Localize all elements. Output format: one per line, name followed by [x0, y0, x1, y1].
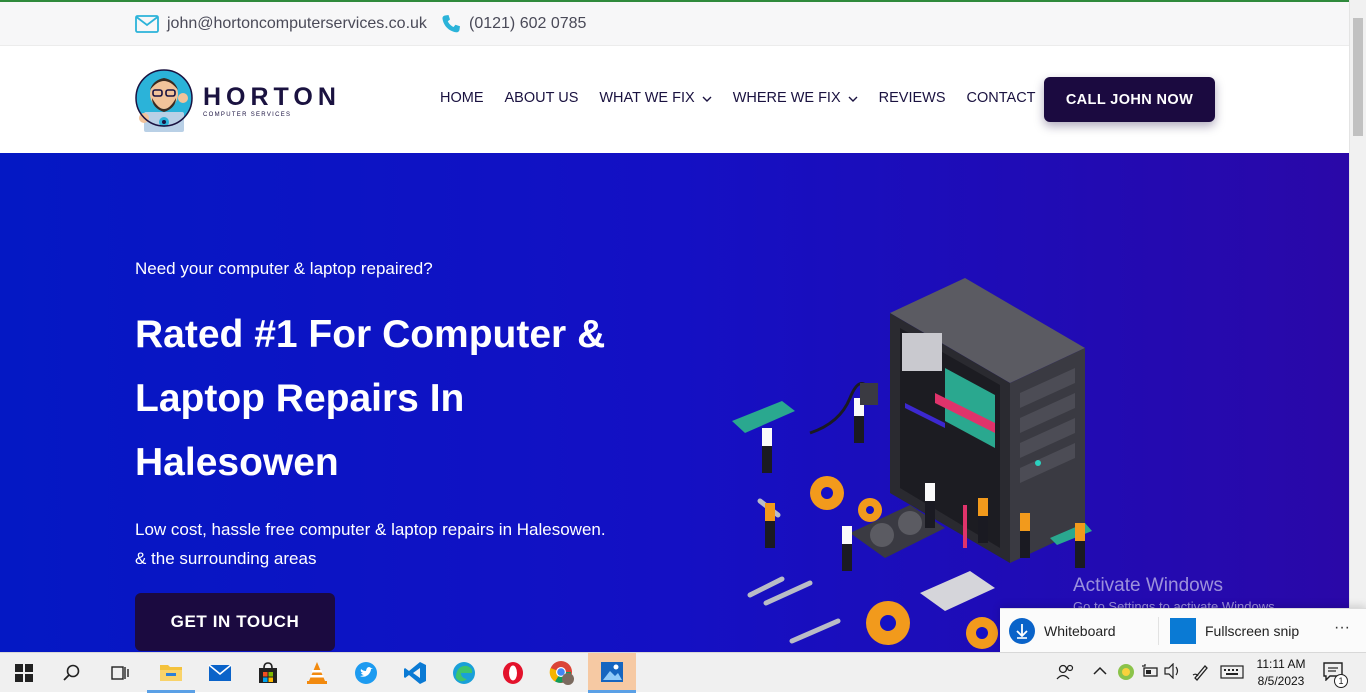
site-header: HORTON COMPUTER SERVICES HOME ABOUT US W… — [0, 46, 1349, 153]
hero-title-line: Halesowen — [135, 441, 339, 484]
more-options-button[interactable]: ··· — [1334, 619, 1350, 637]
phone-text: (0121) 602 0785 — [469, 15, 587, 32]
whiteboard-suggestion[interactable]: Whiteboard — [1008, 617, 1116, 645]
vlc-icon — [307, 662, 327, 684]
fullscreen-snip-icon — [1170, 618, 1196, 644]
vertical-scrollbar[interactable] — [1349, 0, 1366, 652]
email-link[interactable]: john@hortoncomputerservices.co.uk — [135, 2, 427, 46]
chevron-down-icon — [702, 96, 712, 102]
hero-subtitle: Need your computer & laptop repaired? — [135, 259, 433, 278]
clock-time: 11:11 AM — [1256, 657, 1306, 671]
nav-what-we-fix-label: WHAT WE FIX — [599, 90, 695, 106]
people-icon[interactable] — [1056, 663, 1074, 681]
store-icon — [259, 662, 277, 683]
computer-repair-illustration — [732, 278, 1092, 649]
system-clock[interactable]: 11:11 AM 8/5/2023 — [1250, 656, 1312, 690]
hero-description-line: & the surrounding areas — [135, 549, 317, 568]
hero-title-line: Laptop Repairs In — [135, 377, 465, 420]
twitter-button[interactable] — [342, 653, 390, 693]
download-circle-icon — [1009, 618, 1035, 644]
hero-description: Low cost, hassle free computer & laptop … — [135, 515, 695, 573]
file-explorer-button[interactable] — [147, 653, 195, 693]
logo-name: HORTON — [203, 82, 341, 111]
fullscreen-snip-label: Fullscreen snip — [1205, 623, 1300, 639]
nav-where-we-fix[interactable]: WHERE WE FIX — [733, 90, 858, 106]
action-center-button[interactable]: 1 — [1322, 661, 1350, 688]
hero-description-line: Low cost, hassle free computer & laptop … — [135, 520, 606, 539]
task-view-button[interactable] — [96, 653, 144, 693]
chevron-down-icon — [848, 96, 858, 102]
envelope-icon — [135, 15, 159, 33]
chevron-up-icon[interactable] — [1093, 666, 1107, 676]
search-icon — [63, 664, 80, 681]
store-button[interactable] — [244, 653, 292, 693]
speaker-icon[interactable] — [1164, 663, 1182, 679]
nav-reviews[interactable]: REVIEWS — [879, 90, 946, 106]
activate-windows-title: Activate Windows — [1073, 575, 1223, 596]
nav-contact[interactable]: CONTACT — [967, 90, 1036, 106]
nav-reviews-label: REVIEWS — [878, 90, 946, 106]
chrome-icon — [549, 661, 574, 685]
edge-icon — [453, 662, 475, 684]
keyboard-icon[interactable] — [1220, 665, 1244, 679]
windows-start-icon — [15, 664, 33, 682]
site-logo[interactable]: HORTON COMPUTER SERVICES — [135, 68, 341, 134]
opera-button[interactable] — [489, 653, 537, 693]
get-in-touch-button[interactable]: GET IN TOUCH — [135, 593, 335, 651]
photos-icon — [601, 661, 623, 682]
nav-home[interactable]: HOME — [440, 90, 484, 106]
mail-icon — [208, 664, 232, 681]
vscode-icon — [404, 662, 426, 684]
nav-about-label: ABOUT US — [504, 90, 579, 106]
windows-taskbar: 11:11 AM 8/5/2023 1 — [0, 652, 1366, 693]
taskbar-search-button[interactable] — [48, 653, 96, 693]
mascot-logo-icon — [135, 69, 193, 132]
call-john-button[interactable]: CALL JOHN NOW — [1044, 77, 1215, 122]
mail-button[interactable] — [196, 653, 244, 693]
whiteboard-label: Whiteboard — [1044, 623, 1116, 639]
start-button[interactable] — [0, 653, 48, 693]
contact-bar: john@hortoncomputerservices.co.uk (0121)… — [0, 2, 1349, 46]
browser-viewport: john@hortoncomputerservices.co.uk (0121)… — [0, 0, 1366, 652]
clock-date: 8/5/2023 — [1257, 674, 1305, 688]
logo-tagline: COMPUTER SERVICES — [203, 111, 292, 118]
scrollbar-thumb[interactable] — [1353, 18, 1363, 136]
twitter-icon — [355, 662, 377, 684]
pen-ink-icon[interactable] — [1192, 663, 1210, 681]
hero-title-line: Rated #1 For Computer & — [135, 313, 606, 356]
chrome-button[interactable] — [538, 653, 586, 693]
nav-home-label: HOME — [440, 90, 484, 106]
edge-button[interactable] — [440, 653, 488, 693]
file-explorer-icon — [160, 664, 182, 681]
snip-suggestion-bar: Whiteboard Fullscreen snip ··· — [1000, 608, 1366, 652]
hero-title: Rated #1 For Computer & Laptop Repairs I… — [135, 303, 695, 495]
vlc-button[interactable] — [293, 653, 341, 693]
fullscreen-snip-suggestion[interactable]: Fullscreen snip — [1169, 617, 1299, 645]
notification-badge: 1 — [1334, 674, 1348, 688]
main-nav: HOME ABOUT US WHAT WE FIX WHERE WE FIX R… — [440, 46, 1057, 150]
antivirus-tray-icon[interactable] — [1117, 663, 1135, 681]
nav-contact-label: CONTACT — [966, 90, 1036, 106]
nav-what-we-fix[interactable]: WHAT WE FIX — [599, 90, 712, 106]
photos-button[interactable] — [588, 653, 636, 693]
nav-where-we-fix-label: WHERE WE FIX — [732, 90, 841, 106]
phone-icon — [442, 15, 460, 33]
nav-about[interactable]: ABOUT US — [505, 90, 579, 106]
phone-link[interactable]: (0121) 602 0785 — [441, 2, 586, 46]
battery-icon[interactable] — [1141, 663, 1159, 679]
suggestion-divider — [1158, 617, 1159, 645]
opera-icon — [503, 662, 523, 684]
email-text: john@hortoncomputerservices.co.uk — [167, 15, 427, 32]
vscode-button[interactable] — [391, 653, 439, 693]
task-view-icon — [111, 666, 129, 680]
